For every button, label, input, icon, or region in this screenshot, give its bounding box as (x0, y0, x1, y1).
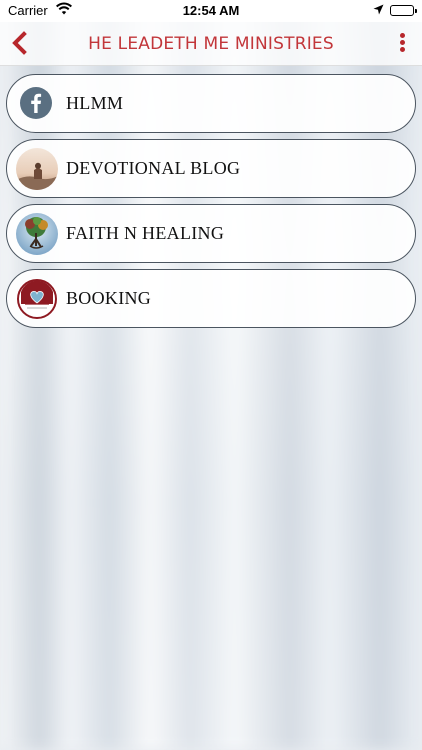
list-item-booking[interactable]: BOOKING (6, 269, 416, 328)
page-title: HE LEADETH ME MINISTRIES (88, 34, 334, 54)
list-item-faith-n-healing[interactable]: FAITH N HEALING (6, 204, 416, 263)
back-chevron-icon[interactable] (8, 30, 34, 56)
list-item-hlmm[interactable]: HLMM (6, 74, 416, 133)
location-arrow-icon (373, 3, 384, 18)
clock: 12:54 AM (182, 3, 240, 18)
person-on-rock-photo-icon (16, 148, 58, 190)
list-item-label: BOOKING (66, 288, 152, 308)
battery-icon (390, 5, 417, 16)
nav-bar: HE LEADETH ME MINISTRIES (0, 22, 422, 66)
more-vertical-icon[interactable] (392, 31, 412, 57)
facebook-icon (20, 87, 52, 119)
heart-logo-icon (16, 278, 58, 320)
list-item-label: FAITH N HEALING (66, 223, 225, 243)
tree-photo-icon (16, 213, 58, 255)
list-item-label: HLMM (66, 93, 124, 113)
list-item-devotional-blog[interactable]: DEVOTIONAL BLOG (6, 139, 416, 198)
list-item-label: DEVOTIONAL BLOG (66, 158, 241, 178)
link-list: HLMM DEVOTIONAL BLOG FAITH N HEALING BOO… (6, 74, 416, 334)
status-bar: Carrier 12:54 AM (0, 0, 422, 22)
